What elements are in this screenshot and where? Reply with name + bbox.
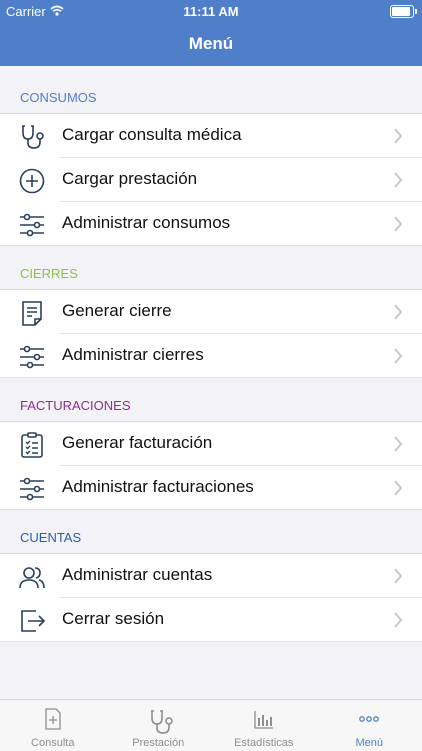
tab-label: Prestación <box>106 737 212 749</box>
navigation-bar: Menú <box>0 22 422 66</box>
menu-item-administrar-cierres[interactable]: Administrar cierres <box>0 334 422 378</box>
stethoscope-icon <box>147 708 169 730</box>
sliders-icon <box>18 343 46 371</box>
menu-item-label: Cargar consulta médica <box>62 125 242 145</box>
section-header-consumos: CONSUMOS <box>0 82 422 114</box>
sliders-icon <box>18 211 46 239</box>
tab-prestacion[interactable]: Prestación <box>106 700 212 751</box>
tab-bar: ConsultaPrestaciónEstadísticasMenú <box>0 699 422 751</box>
menu-item-cargar-prestacion[interactable]: Cargar prestación <box>0 158 422 202</box>
menu-item-label: Administrar cierres <box>62 345 204 365</box>
row-divider <box>0 509 422 510</box>
tab-consulta[interactable]: Consulta <box>0 700 106 751</box>
plus-circle-icon <box>18 167 46 195</box>
chevron-right-icon <box>392 126 404 146</box>
row-divider <box>0 245 422 246</box>
bar-chart-icon <box>253 708 275 730</box>
tab-label: Menú <box>317 737 422 749</box>
section-header-cierres: CIERRES <box>0 258 422 290</box>
more-icon <box>358 708 380 730</box>
battery-icon <box>390 5 414 18</box>
chevron-right-icon <box>392 434 404 454</box>
row-divider <box>0 641 422 642</box>
status-bar: Carrier 11:11 AM <box>0 0 422 22</box>
row-divider <box>0 377 422 378</box>
menu-item-label: Administrar cuentas <box>62 565 212 585</box>
logout-icon <box>18 607 46 635</box>
menu-item-administrar-consumos[interactable]: Administrar consumos <box>0 202 422 246</box>
chevron-right-icon <box>392 478 404 498</box>
chevron-right-icon <box>392 346 404 366</box>
menu-item-generar-cierre[interactable]: Generar cierre <box>0 290 422 334</box>
chevron-right-icon <box>392 566 404 586</box>
menu-item-label: Cerrar sesión <box>62 609 164 629</box>
menu-item-label: Generar cierre <box>62 301 172 321</box>
section-spacer <box>0 378 422 390</box>
chevron-right-icon <box>392 170 404 190</box>
tab-label: Consulta <box>0 737 106 749</box>
section-spacer <box>0 510 422 522</box>
menu-item-label: Administrar consumos <box>62 213 230 233</box>
menu-list[interactable]: CONSUMOS Cargar consulta médica Cargar pre… <box>0 66 422 699</box>
menu-item-cargar-consulta-medica[interactable]: Cargar consulta médica <box>0 114 422 158</box>
menu-item-administrar-cuentas[interactable]: Administrar cuentas <box>0 554 422 598</box>
battery-tip <box>415 9 417 14</box>
stethoscope-icon <box>18 123 46 151</box>
chevron-right-icon <box>392 610 404 630</box>
section-spacer <box>0 246 422 258</box>
menu-item-generar-facturacion[interactable]: Generar facturación <box>0 422 422 466</box>
menu-item-label: Cargar prestación <box>62 169 197 189</box>
checklist-icon <box>18 431 46 459</box>
document-icon <box>18 299 46 327</box>
tab-estadisticas[interactable]: Estadísticas <box>211 700 317 751</box>
menu-item-label: Generar facturación <box>62 433 212 453</box>
section-header-facturaciones: FACTURACIONES <box>0 390 422 422</box>
menu-item-administrar-facturaciones[interactable]: Administrar facturaciones <box>0 466 422 510</box>
menu-item-cerrar-sesion[interactable]: Cerrar sesión <box>0 598 422 642</box>
menu-item-label: Administrar facturaciones <box>62 477 254 497</box>
section-header-cuentas: CUENTAS <box>0 522 422 554</box>
tab-menu[interactable]: Menú <box>317 700 422 751</box>
status-time: 11:11 AM <box>0 4 422 19</box>
chevron-right-icon <box>392 214 404 234</box>
chevron-right-icon <box>392 302 404 322</box>
sliders-icon <box>18 475 46 503</box>
page-title: Menú <box>0 34 422 54</box>
tab-label: Estadísticas <box>211 737 317 749</box>
document-plus-icon <box>42 708 64 730</box>
users-icon <box>18 563 46 591</box>
